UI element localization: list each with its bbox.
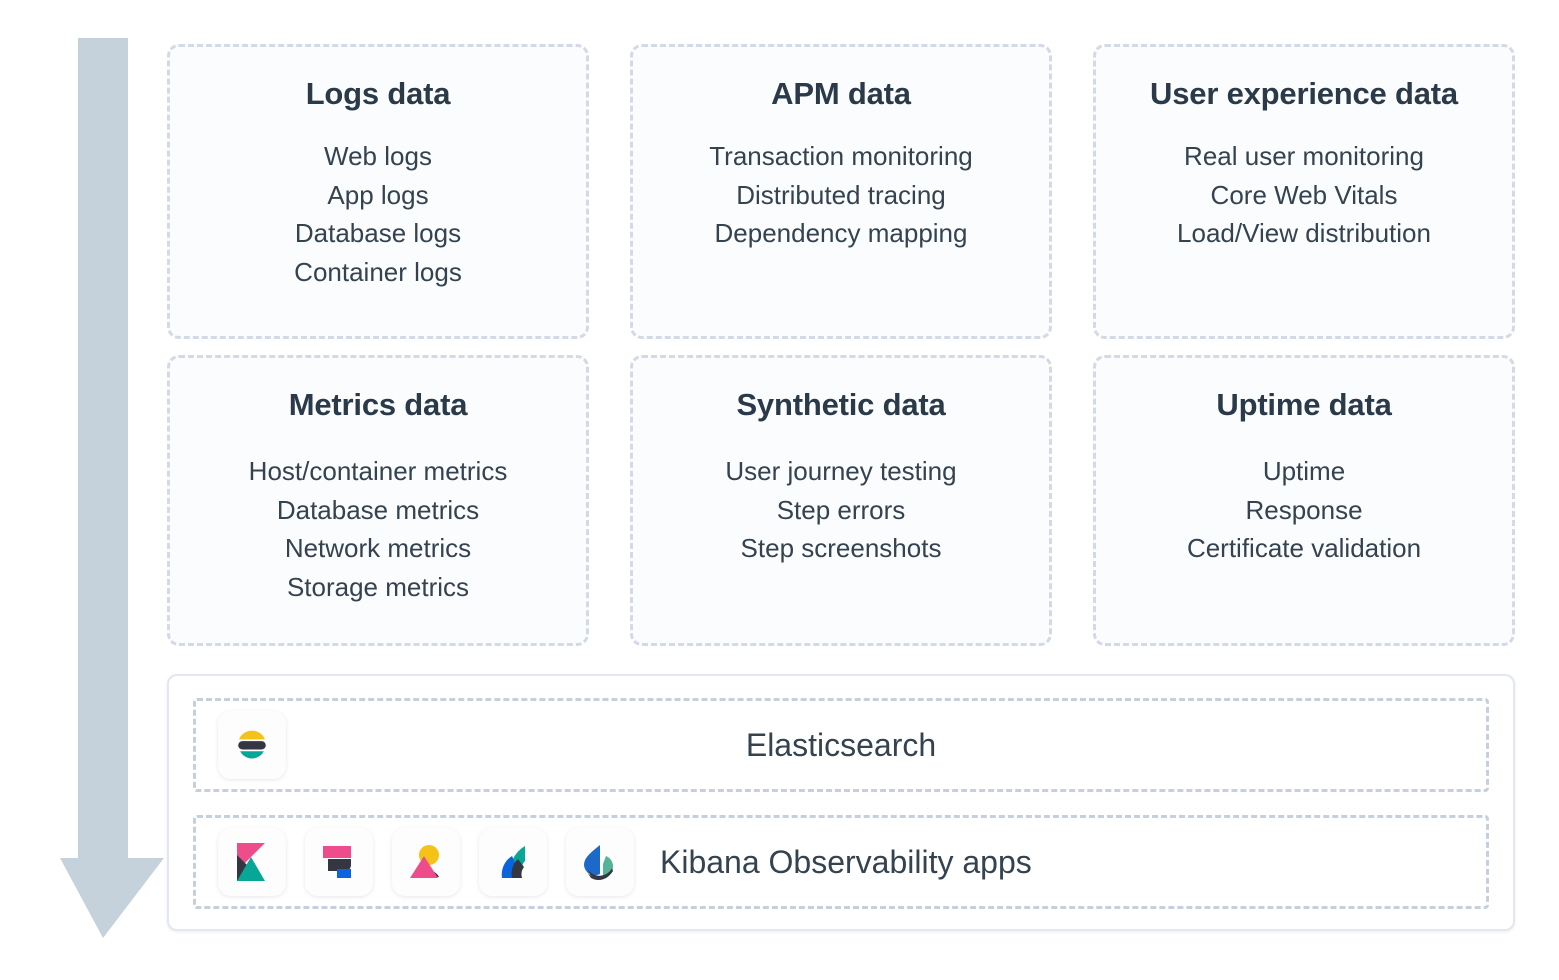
kibana-apps-row: Kibana Observability apps [193, 815, 1489, 909]
diagram-canvas: Logs data Web logs App logs Database log… [0, 0, 1559, 980]
card-item: Storage metrics [286, 571, 470, 602]
card-metrics-data: Metrics data Host/container metrics Data… [167, 355, 589, 646]
card-item: Distributed tracing [736, 179, 946, 210]
card-user-experience-data: User experience data Real user monitorin… [1093, 44, 1515, 339]
card-item: Database metrics [276, 494, 480, 525]
card-uptime-data: Uptime data Uptime Response Certificate … [1093, 355, 1515, 646]
card-item: Web logs [324, 141, 432, 172]
kibana-apps-label: Kibana Observability apps [660, 843, 1032, 880]
kibana-logo-icon[interactable] [218, 828, 286, 896]
elasticsearch-logo-icon [218, 711, 286, 779]
card-item-list: Host/container metrics Database metrics … [170, 452, 586, 606]
card-item: Uptime [1262, 456, 1346, 487]
downward-flow-arrow [60, 38, 164, 938]
uptime-app-icon[interactable] [479, 828, 547, 896]
card-title: User experience data [1150, 76, 1458, 111]
card-item: App logs [327, 179, 429, 210]
card-item: Transaction monitoring [709, 141, 973, 172]
card-item-list: Real user monitoring Core Web Vitals Loa… [1096, 137, 1512, 253]
card-item: Database logs [294, 218, 462, 249]
card-item: Container logs [294, 256, 462, 287]
card-item-list: Web logs App logs Database logs Containe… [170, 137, 586, 291]
platform-panel: Elasticsearch Kibana Observability apps [167, 674, 1515, 931]
card-apm-data: APM data Transaction monitoring Distribu… [630, 44, 1052, 339]
card-title: Metrics data [288, 387, 468, 422]
card-item-list: User journey testing Step errors Step sc… [633, 452, 1049, 568]
card-logs-data: Logs data Web logs App logs Database log… [167, 44, 589, 339]
metrics-app-icon[interactable] [392, 828, 460, 896]
card-item: User journey testing [725, 456, 957, 487]
card-title: Synthetic data [736, 387, 946, 422]
card-title: APM data [771, 76, 911, 111]
card-title: Logs data [305, 76, 451, 111]
card-item: Response [1245, 494, 1363, 525]
card-item: Real user monitoring [1184, 141, 1424, 172]
card-item: Step errors [776, 494, 906, 525]
card-item: Network metrics [284, 533, 472, 564]
card-item: Core Web Vitals [1210, 179, 1398, 210]
card-item: Step screenshots [740, 533, 942, 564]
elasticsearch-row: Elasticsearch [193, 698, 1489, 792]
card-item: Load/View distribution [1177, 218, 1431, 249]
logs-app-icon[interactable] [305, 828, 373, 896]
card-title: Uptime data [1216, 387, 1392, 422]
card-synthetic-data: Synthetic data User journey testing Step… [630, 355, 1052, 646]
card-item-list: Transaction monitoring Distributed traci… [633, 137, 1049, 253]
observability-app-icon[interactable] [566, 828, 634, 896]
card-item: Dependency mapping [714, 218, 968, 249]
card-item: Host/container metrics [248, 456, 508, 487]
card-item-list: Uptime Response Certificate validation [1096, 452, 1512, 568]
card-item: Certificate validation [1186, 533, 1422, 564]
elasticsearch-label: Elasticsearch [745, 726, 937, 763]
data-source-grid: Logs data Web logs App logs Database log… [167, 44, 1515, 646]
arrow-shape [60, 38, 164, 938]
